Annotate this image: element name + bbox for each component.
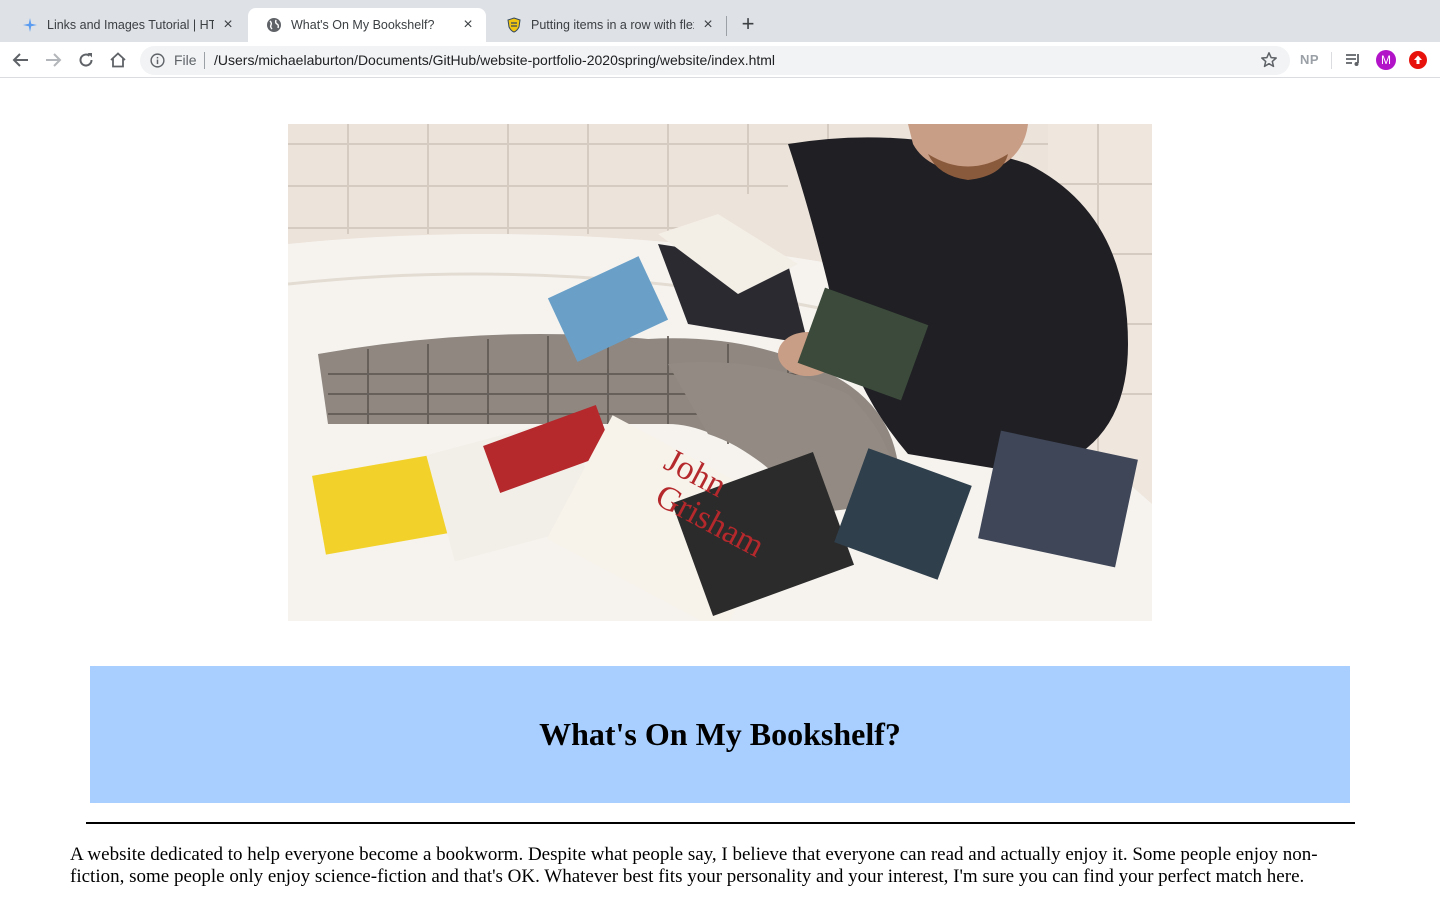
close-tab-icon[interactable]: × bbox=[700, 17, 716, 33]
hero-image: John Grisham bbox=[288, 124, 1152, 621]
back-button[interactable] bbox=[8, 47, 34, 73]
tab-separator bbox=[726, 16, 727, 36]
address-bar[interactable]: File /Users/michaelaburton/Documents/Git… bbox=[140, 46, 1290, 75]
intro-paragraph: A website dedicated to help everyone bec… bbox=[70, 844, 1318, 887]
page-title-banner: What's On My Bookshelf? bbox=[90, 666, 1350, 803]
tab-links-images[interactable]: Links and Images Tutorial | HTML × bbox=[4, 8, 246, 42]
home-button[interactable] bbox=[105, 47, 131, 73]
bookshelf-photo-illustration: John Grisham bbox=[288, 124, 1152, 621]
shield-crest-icon bbox=[506, 17, 522, 33]
forward-arrow-icon bbox=[46, 53, 62, 67]
globe-icon bbox=[266, 17, 282, 33]
info-icon[interactable] bbox=[150, 53, 165, 68]
dreamweaver-icon bbox=[22, 17, 38, 33]
toolbar-divider bbox=[1331, 52, 1332, 69]
np-extension-icon[interactable]: NP bbox=[1300, 52, 1319, 67]
bookmark-star-icon[interactable] bbox=[1260, 51, 1278, 69]
tab-title: What's On My Bookshelf? bbox=[291, 18, 435, 32]
reload-icon bbox=[79, 53, 93, 67]
page-title: What's On My Bookshelf? bbox=[539, 716, 901, 752]
tab-strip: Links and Images Tutorial | HTML × What'… bbox=[0, 0, 1440, 42]
reload-button[interactable] bbox=[73, 47, 99, 73]
new-tab-button[interactable]: + bbox=[736, 12, 760, 36]
omnibox-divider bbox=[204, 52, 205, 69]
divider bbox=[86, 822, 1355, 824]
url-text[interactable]: /Users/michaelaburton/Documents/GitHub/w… bbox=[214, 52, 775, 68]
close-tab-icon[interactable]: × bbox=[220, 17, 236, 33]
forward-button[interactable] bbox=[40, 47, 66, 73]
profile-avatar[interactable]: M bbox=[1376, 50, 1396, 70]
close-tab-icon[interactable]: × bbox=[460, 17, 476, 33]
update-extension-icon[interactable] bbox=[1409, 51, 1427, 69]
tab-bookshelf[interactable]: What's On My Bookshelf? × bbox=[248, 8, 486, 42]
back-arrow-icon bbox=[12, 53, 28, 67]
home-icon bbox=[110, 52, 126, 68]
tab-title: Putting items in a row with flex bbox=[531, 18, 694, 32]
browser-toolbar: File /Users/michaelaburton/Documents/Git… bbox=[0, 42, 1440, 78]
scheme-label: File bbox=[174, 52, 197, 68]
tab-flex-row[interactable]: Putting items in a row with flex × bbox=[488, 8, 726, 42]
media-controls-icon[interactable] bbox=[1344, 51, 1362, 69]
tab-title: Links and Images Tutorial | HTML bbox=[47, 18, 214, 32]
